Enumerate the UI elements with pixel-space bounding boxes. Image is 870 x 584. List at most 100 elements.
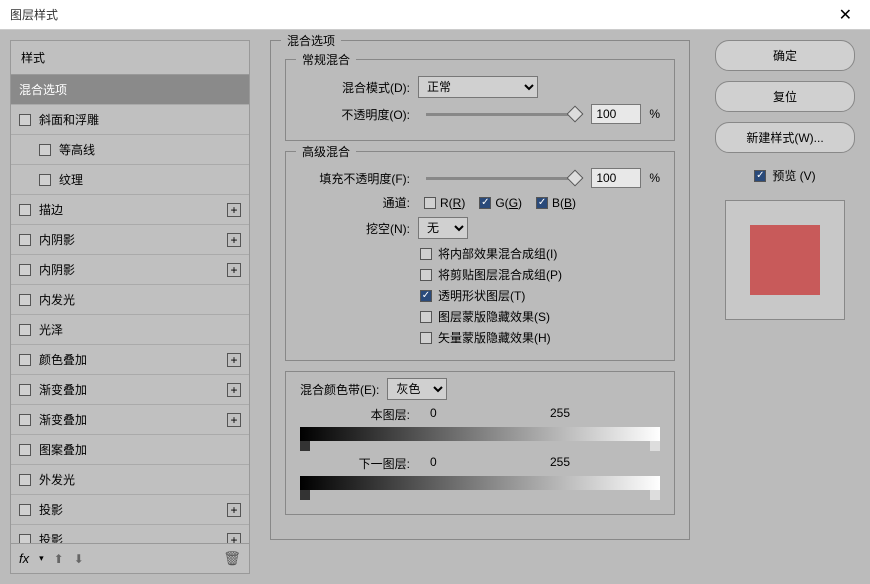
blend-interior-checkbox[interactable]: [420, 248, 432, 260]
style-row[interactable]: 颜色叠加+: [11, 345, 249, 375]
channel-g-label: G(G): [495, 196, 522, 210]
this-white-stop[interactable]: [650, 441, 660, 451]
styles-footer: fx ▾ ⬆ ⬇ 🗑: [10, 544, 250, 574]
actions-panel: 确定 复位 新建样式(W)... ✓ 预览 (V): [710, 40, 860, 574]
style-label: 斜面和浮雕: [39, 111, 241, 128]
style-checkbox[interactable]: [19, 234, 31, 246]
preview-label: 预览 (V): [772, 167, 815, 184]
style-checkbox[interactable]: [19, 204, 31, 216]
add-effect-icon[interactable]: +: [227, 383, 241, 397]
add-effect-icon[interactable]: +: [227, 413, 241, 427]
style-row[interactable]: 光泽: [11, 315, 249, 345]
add-effect-icon[interactable]: +: [227, 533, 241, 545]
this-layer-gradient[interactable]: [300, 427, 660, 441]
pct-label: %: [649, 107, 660, 121]
style-checkbox[interactable]: [19, 414, 31, 426]
pct-label: %: [649, 171, 660, 185]
ok-button[interactable]: 确定: [715, 40, 855, 71]
style-label: 图案叠加: [39, 441, 241, 458]
preview-checkbox[interactable]: ✓: [754, 170, 766, 182]
channel-b-label: B(B): [552, 196, 576, 210]
style-label: 渐变叠加: [39, 381, 227, 398]
style-row[interactable]: 内阴影+: [11, 255, 249, 285]
this-black-stop[interactable]: [300, 441, 310, 451]
add-effect-icon[interactable]: +: [227, 203, 241, 217]
under-v0: 0: [430, 455, 550, 472]
styles-panel: 样式 混合选项斜面和浮雕等高线纹理描边+内阴影+内阴影+内发光光泽颜色叠加+渐变…: [10, 40, 250, 574]
dialog-body: 样式 混合选项斜面和浮雕等高线纹理描边+内阴影+内阴影+内发光光泽颜色叠加+渐变…: [0, 30, 870, 584]
blend-if-group: 混合颜色带(E): 灰色 本图层: 0 255 下一图层: 0 255: [285, 371, 675, 515]
style-row[interactable]: 混合选项: [11, 75, 249, 105]
blend-if-label: 混合颜色带(E):: [300, 381, 379, 398]
style-row[interactable]: 描边+: [11, 195, 249, 225]
trash-icon[interactable]: 🗑: [223, 550, 241, 567]
style-row[interactable]: 内阴影+: [11, 225, 249, 255]
layer-mask-hides-checkbox[interactable]: [420, 311, 432, 323]
opacity-slider[interactable]: [426, 113, 575, 116]
blend-clipped-label: 将剪贴图层混合成组(P): [438, 266, 562, 283]
general-title: 常规混合: [296, 51, 356, 68]
channel-r-checkbox[interactable]: [424, 197, 436, 209]
titlebar: 图层样式 ✕: [0, 0, 870, 30]
style-row[interactable]: 投影+: [11, 525, 249, 544]
vector-mask-hides-checkbox[interactable]: [420, 332, 432, 344]
vector-mask-hides-label: 矢量蒙版隐藏效果(H): [438, 329, 551, 346]
style-row[interactable]: 斜面和浮雕: [11, 105, 249, 135]
under-white-stop[interactable]: [650, 490, 660, 500]
style-row[interactable]: 投影+: [11, 495, 249, 525]
add-effect-icon[interactable]: +: [227, 503, 241, 517]
style-checkbox[interactable]: [19, 354, 31, 366]
style-checkbox[interactable]: [19, 264, 31, 276]
style-row[interactable]: 图案叠加: [11, 435, 249, 465]
style-checkbox[interactable]: [39, 174, 51, 186]
style-row[interactable]: 纹理: [11, 165, 249, 195]
blend-mode-select[interactable]: 正常: [418, 76, 538, 98]
close-icon[interactable]: ✕: [831, 5, 860, 25]
style-label: 内阴影: [39, 231, 227, 248]
knockout-label: 挖空(N):: [300, 220, 410, 237]
style-row[interactable]: 等高线: [11, 135, 249, 165]
fx-icon[interactable]: fx: [19, 551, 29, 566]
arrow-down-icon[interactable]: ⬇: [74, 552, 84, 566]
style-checkbox[interactable]: [19, 384, 31, 396]
styles-list: 混合选项斜面和浮雕等高线纹理描边+内阴影+内阴影+内发光光泽颜色叠加+渐变叠加+…: [10, 74, 250, 544]
style-checkbox[interactable]: [19, 504, 31, 516]
channel-g-checkbox[interactable]: ✓: [479, 197, 491, 209]
style-checkbox[interactable]: [19, 114, 31, 126]
add-effect-icon[interactable]: +: [227, 263, 241, 277]
advanced-blending-group: 高级混合 填充不透明度(F): % 通道: R(R) ✓G(G) ✓B(B) 挖…: [285, 151, 675, 361]
style-checkbox[interactable]: [19, 474, 31, 486]
style-checkbox[interactable]: [19, 294, 31, 306]
underlying-gradient[interactable]: [300, 476, 660, 490]
channel-b-checkbox[interactable]: ✓: [536, 197, 548, 209]
add-effect-icon[interactable]: +: [227, 353, 241, 367]
blend-clipped-checkbox[interactable]: [420, 269, 432, 281]
add-effect-icon[interactable]: +: [227, 233, 241, 247]
layer-mask-hides-label: 图层蒙版隐藏效果(S): [438, 308, 550, 325]
general-blending-group: 常规混合 混合模式(D): 正常 不透明度(O): %: [285, 59, 675, 141]
opacity-input[interactable]: [591, 104, 641, 124]
style-checkbox[interactable]: [19, 534, 31, 545]
blend-if-select[interactable]: 灰色: [387, 378, 447, 400]
options-panel: 混合选项 常规混合 混合模式(D): 正常 不透明度(O): % 高级混合 填充…: [260, 40, 700, 574]
fill-opacity-input[interactable]: [591, 168, 641, 188]
knockout-select[interactable]: 无: [418, 217, 468, 239]
style-row[interactable]: 内发光: [11, 285, 249, 315]
style-row[interactable]: 渐变叠加+: [11, 405, 249, 435]
new-style-button[interactable]: 新建样式(W)...: [715, 122, 855, 153]
style-row[interactable]: 渐变叠加+: [11, 375, 249, 405]
style-label: 投影: [39, 531, 227, 544]
arrow-up-icon[interactable]: ⬆: [54, 552, 64, 566]
fill-opacity-label: 填充不透明度(F):: [300, 170, 410, 187]
style-checkbox[interactable]: [39, 144, 51, 156]
reset-button[interactable]: 复位: [715, 81, 855, 112]
transparency-shapes-checkbox[interactable]: ✓: [420, 290, 432, 302]
style-row[interactable]: 外发光: [11, 465, 249, 495]
advanced-title: 高级混合: [296, 143, 356, 160]
style-checkbox[interactable]: [19, 324, 31, 336]
fill-opacity-slider[interactable]: [426, 177, 575, 180]
under-black-stop[interactable]: [300, 490, 310, 500]
style-checkbox[interactable]: [19, 444, 31, 456]
dropdown-caret-icon[interactable]: ▾: [39, 553, 44, 564]
under-v255: 255: [550, 455, 570, 472]
